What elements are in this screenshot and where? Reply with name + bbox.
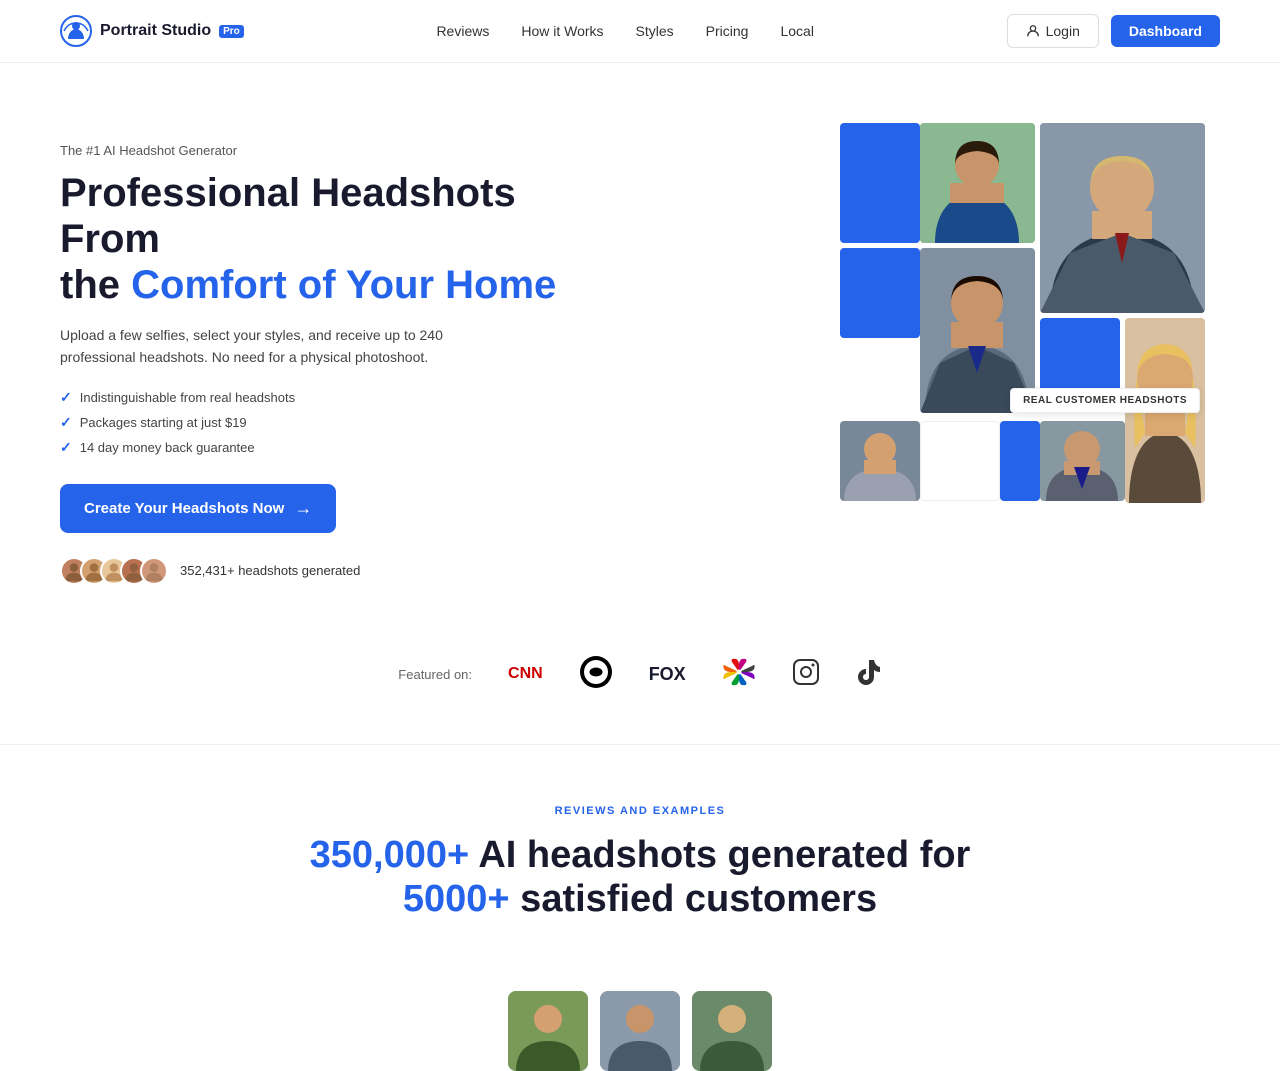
reviews-sub-number: 5000+ — [403, 878, 510, 920]
hero-title-line2: the — [60, 263, 131, 307]
avatar-5 — [140, 557, 168, 585]
featured-section: Featured on: CNN FOX — [0, 625, 1280, 745]
logo-icon — [60, 15, 92, 47]
woman-silhouette — [920, 123, 1035, 243]
cbs-logo — [579, 655, 613, 694]
hero-checklist: ✓ Indistinguishable from real headshots … — [60, 389, 620, 456]
hero-title-accent: Comfort of Your Home — [131, 263, 556, 307]
cbs-eye-icon — [579, 655, 613, 689]
samples-row — [0, 961, 1280, 1071]
hero-tag: The #1 AI Headshot Generator — [60, 143, 620, 158]
hero-content: The #1 AI Headshot Generator Professiona… — [60, 123, 620, 585]
real-customer-label: REAL CUSTOMER HEADSHOTS — [1010, 388, 1200, 413]
check-icon-1: ✓ — [60, 389, 72, 406]
hero-section: The #1 AI Headshot Generator Professiona… — [0, 63, 1280, 625]
hero-title-line1: Professional Headshots From — [60, 171, 516, 261]
photo-man-bottom — [1040, 421, 1125, 501]
reviews-title: 350,000+ AI headshots generated for — [60, 833, 1220, 879]
nav-local[interactable]: Local — [780, 23, 813, 39]
featured-row: Featured on: CNN FOX — [60, 655, 1220, 694]
blue-block-4 — [1000, 421, 1040, 501]
dashboard-button[interactable]: Dashboard — [1111, 15, 1220, 47]
sample-thumb-3 — [692, 991, 772, 1071]
check-icon-2: ✓ — [60, 414, 72, 431]
reviews-tag: REVIEWS AND EXAMPLES — [60, 805, 1220, 817]
instagram-logo — [792, 658, 820, 691]
nav-styles[interactable]: Styles — [636, 23, 674, 39]
sample-2-art — [600, 991, 680, 1071]
sample-thumb-1 — [508, 991, 588, 1071]
cta-button[interactable]: Create Your Headshots Now → — [60, 484, 336, 533]
instagram-icon — [792, 658, 820, 686]
featured-label: Featured on: — [398, 667, 472, 682]
social-proof: 352,431+ headshots generated — [60, 557, 620, 585]
check-icon-3: ✓ — [60, 439, 72, 456]
blue-block-1 — [840, 123, 920, 243]
navbar: Portrait Studio Pro Reviews How it Works… — [0, 0, 1280, 63]
tiktok-icon — [856, 658, 882, 686]
logo-pro-badge: Pro — [219, 25, 244, 38]
blue-block-2 — [840, 248, 920, 338]
nbc-peacock-icon — [722, 658, 756, 686]
photo-man-large — [1040, 123, 1205, 313]
sample-1-art — [508, 991, 588, 1071]
check-item-1: ✓ Indistinguishable from real headshots — [60, 389, 620, 406]
proof-text: 352,431+ headshots generated — [180, 563, 360, 578]
check-item-2: ✓ Packages starting at just $19 — [60, 414, 620, 431]
hero-description: Upload a few selfies, select your styles… — [60, 324, 480, 369]
check-item-3: ✓ 14 day money back guarantee — [60, 439, 620, 456]
man-bottom-silhouette — [1040, 421, 1125, 501]
user-icon — [1026, 24, 1040, 38]
avatar-group — [60, 557, 168, 585]
sample-thumb-2 — [600, 991, 680, 1071]
logo[interactable]: Portrait Studio Pro — [60, 15, 244, 47]
fox-logo: FOX — [649, 664, 686, 685]
nav-pricing[interactable]: Pricing — [706, 23, 749, 39]
photo-man-small — [840, 421, 920, 501]
login-button[interactable]: Login — [1007, 14, 1099, 48]
nav-links: Reviews How it Works Styles Pricing Loca… — [436, 23, 814, 39]
logo-text: Portrait Studio — [100, 22, 211, 40]
reviews-number: 350,000+ — [310, 834, 470, 876]
cnn-logo: CNN — [508, 665, 543, 683]
arrow-icon: → — [294, 498, 312, 519]
nav-reviews[interactable]: Reviews — [436, 23, 489, 39]
nbc-logo — [722, 658, 756, 691]
nav-actions: Login Dashboard — [1007, 14, 1220, 48]
man-small-silhouette — [840, 421, 920, 501]
white-block — [920, 421, 1000, 501]
photo-grid-container: REAL CUSTOMER HEADSHOTS — [840, 123, 1210, 503]
reviews-subtitle: 5000+ satisfied customers — [60, 878, 1220, 921]
hero-title: Professional Headshots From the Comfort … — [60, 170, 620, 308]
sample-3-art — [692, 991, 772, 1071]
nav-how-it-works[interactable]: How it Works — [521, 23, 603, 39]
reviews-section: REVIEWS AND EXAMPLES 350,000+ AI headsho… — [0, 745, 1280, 962]
man-large-silhouette — [1040, 123, 1205, 313]
tiktok-logo — [856, 658, 882, 691]
photo-woman-top — [920, 123, 1035, 243]
hero-photo-grid: REAL CUSTOMER HEADSHOTS — [840, 123, 1220, 503]
